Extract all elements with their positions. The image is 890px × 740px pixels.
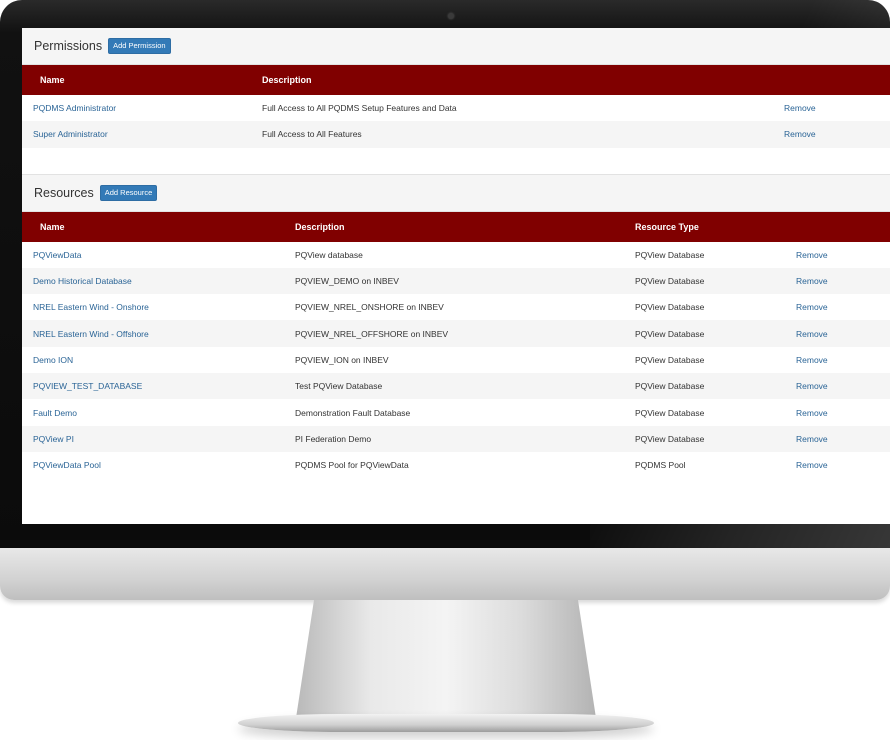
screen: Permissions Add Permission Name Descript… — [22, 28, 890, 524]
permission-description: Full Access to All Features — [262, 121, 784, 148]
permission-description: Full Access to All PQDMS Setup Features … — [262, 103, 457, 114]
resource-type: PQView Database — [635, 249, 705, 260]
resources-table: Name Description Resource Type PQViewDat… — [22, 211, 890, 479]
resources-header-row: Name Description Resource Type — [22, 211, 890, 242]
table-row: PQView PI PI Federation Demo PQView Data… — [22, 425, 890, 452]
remove-link[interactable]: Remove — [784, 129, 816, 139]
remove-link[interactable]: Remove — [796, 276, 828, 286]
resource-type: PQView Database — [635, 302, 705, 313]
permission-name-link[interactable]: PQDMS Administrator — [33, 103, 116, 113]
resource-description: PQVIEW_ION on INBEV — [295, 354, 389, 365]
column-header-resource-type: Resource Type — [635, 211, 796, 242]
resource-description: PI Federation Demo — [295, 425, 635, 452]
resource-name-link[interactable]: Demo ION — [33, 355, 73, 365]
remove-link[interactable]: Remove — [784, 103, 816, 113]
resource-name-link[interactable]: Fault Demo — [33, 408, 77, 418]
resource-type: PQView Database — [635, 320, 796, 347]
remove-link[interactable]: Remove — [796, 355, 828, 365]
table-row: Demo ION PQVIEW_ION on INBEV PQView Data… — [22, 347, 890, 373]
camera-icon — [448, 13, 454, 19]
resource-name-link[interactable]: PQViewData — [33, 250, 82, 260]
monitor-stand — [296, 600, 596, 718]
monitor-stand-base — [238, 714, 654, 732]
permissions-title: Permissions — [34, 39, 103, 53]
monitor-chin — [0, 548, 890, 600]
resource-name-link[interactable]: Demo Historical Database — [33, 276, 132, 286]
resource-description: PQView database — [295, 249, 363, 260]
remove-link[interactable]: Remove — [796, 460, 828, 470]
table-row: Fault Demo Demonstration Fault Database … — [22, 399, 890, 425]
permissions-table: Name Description PQDMS Administrator Ful… — [22, 65, 890, 148]
remove-link[interactable]: Remove — [796, 302, 828, 312]
table-row: NREL Eastern Wind - Onshore PQVIEW_NREL_… — [22, 294, 890, 320]
resource-type: PQView Database — [635, 354, 705, 365]
remove-link[interactable]: Remove — [796, 381, 828, 391]
resource-description: PQVIEW_NREL_ONSHORE on INBEV — [295, 302, 444, 313]
table-row: PQViewData PQView database PQView Databa… — [22, 242, 890, 268]
panel-spacer — [22, 147, 890, 174]
resource-type: PQDMS Pool — [635, 460, 686, 471]
resource-type: PQView Database — [635, 425, 796, 452]
resource-name-link[interactable]: PQVIEW_TEST_DATABASE — [33, 381, 142, 391]
permission-name-link[interactable]: Super Administrator — [33, 129, 108, 139]
column-header-description: Description — [262, 65, 784, 95]
add-resource-button[interactable]: Add Resource — [99, 184, 158, 201]
table-row: PQViewData Pool PQDMS Pool for PQViewDat… — [22, 452, 890, 478]
permissions-panel-heading: Permissions Add Permission — [22, 28, 890, 65]
remove-link[interactable]: Remove — [796, 250, 828, 260]
permissions-header-row: Name Description — [22, 65, 890, 95]
resource-description: Demonstration Fault Database — [295, 407, 411, 418]
column-header-action — [784, 65, 890, 95]
table-row: Super Administrator Full Access to All F… — [22, 121, 890, 148]
remove-link[interactable]: Remove — [796, 434, 828, 444]
resource-type: PQView Database — [635, 407, 705, 418]
table-row: Demo Historical Database PQVIEW_DEMO on … — [22, 267, 890, 295]
resources-title: Resources — [34, 185, 94, 200]
resource-description: Test PQView Database — [295, 373, 635, 400]
resource-description: PQDMS Pool for PQViewData — [295, 460, 409, 471]
table-row: PQDMS Administrator Full Access to All P… — [22, 95, 890, 121]
resource-type: PQView Database — [635, 373, 796, 400]
resources-panel-heading: Resources Add Resource — [22, 173, 890, 212]
resource-name-link[interactable]: NREL Eastern Wind - Onshore — [33, 302, 149, 312]
table-row: PQVIEW_TEST_DATABASE Test PQView Databas… — [22, 373, 890, 400]
resource-description: PQVIEW_NREL_OFFSHORE on INBEV — [295, 320, 635, 347]
resource-name-link[interactable]: NREL Eastern Wind - Offshore — [33, 329, 149, 339]
remove-link[interactable]: Remove — [796, 408, 828, 418]
resource-type: PQView Database — [635, 267, 796, 295]
column-header-name: Name — [22, 211, 295, 242]
add-permission-button[interactable]: Add Permission — [108, 38, 171, 54]
resource-name-link[interactable]: PQViewData Pool — [33, 460, 101, 470]
table-row: NREL Eastern Wind - Offshore PQVIEW_NREL… — [22, 320, 890, 347]
resource-name-link[interactable]: PQView PI — [33, 434, 74, 444]
remove-link[interactable]: Remove — [796, 329, 828, 339]
column-header-action — [796, 211, 890, 242]
column-header-name: Name — [22, 65, 262, 95]
column-header-description: Description — [295, 211, 635, 242]
resource-description: PQVIEW_DEMO on INBEV — [295, 267, 635, 295]
